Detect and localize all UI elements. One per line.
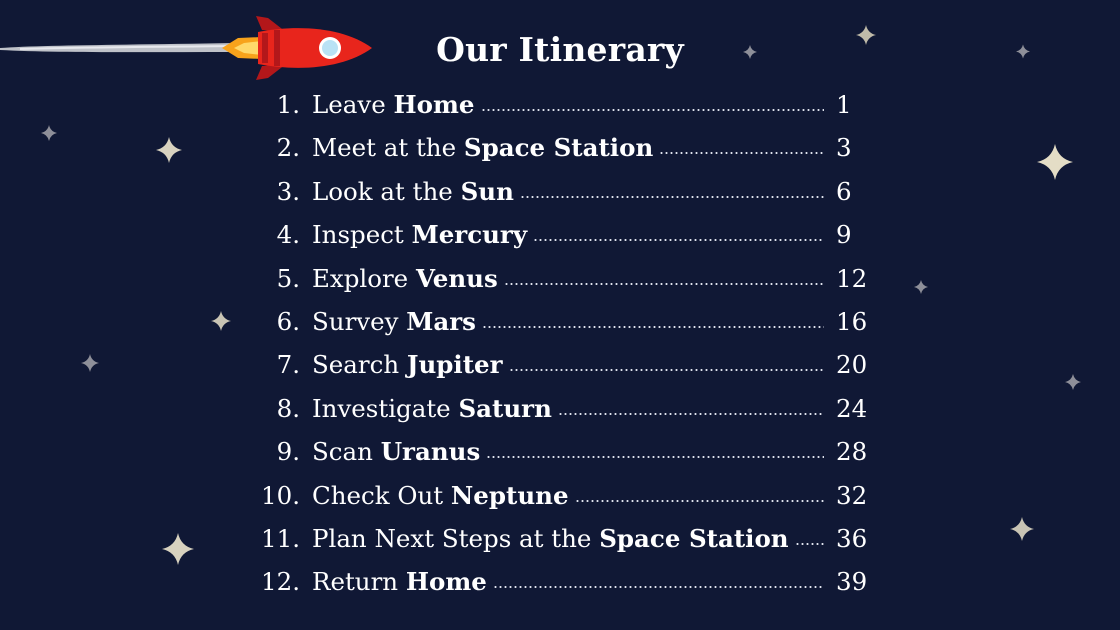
itinerary-item: 2. Meet at the Space Station 3 xyxy=(0,126,1120,169)
item-entry: Scan Uranus xyxy=(312,430,824,473)
item-label-text: Return xyxy=(312,567,406,597)
item-page-number: 12 xyxy=(836,263,868,293)
item-number: 2. xyxy=(276,133,300,163)
item-number: 3. xyxy=(276,176,300,206)
item-label-text: Search xyxy=(312,350,407,380)
item-label-bold: Home xyxy=(393,90,475,119)
item-label: Check Out Neptune xyxy=(312,474,569,517)
item-entry: Return Home xyxy=(312,560,824,603)
item-label-text: Meet at the xyxy=(312,133,464,163)
item-entry: Plan Next Steps at the Space Station xyxy=(312,517,824,560)
item-page-number: 3 xyxy=(836,133,852,163)
item-entry: Search Jupiter xyxy=(312,343,824,386)
item-entry: Investigate Saturn xyxy=(312,387,824,430)
item-page-number: 36 xyxy=(836,524,868,553)
item-page-number: 39 xyxy=(836,567,868,597)
item-entry: Leave Home xyxy=(312,83,824,126)
itinerary-item: 5. Explore Venus 12 xyxy=(0,257,1120,300)
dot-leader xyxy=(481,324,824,330)
item-label-text: Leave xyxy=(312,90,394,119)
itinerary-item: 11. Plan Next Steps at the Space Station 3… xyxy=(0,517,1120,560)
dot-leader xyxy=(480,107,824,113)
item-page-number: 1 xyxy=(836,90,852,119)
dot-leader xyxy=(492,584,824,591)
itinerary-item: 1. Leave Home 1 xyxy=(0,83,1120,126)
item-label-bold: Venus xyxy=(415,263,498,293)
dot-leader xyxy=(794,541,824,547)
item-label: Investigate Saturn xyxy=(312,387,552,430)
itinerary-item: 4. Inspect Mercury 9 xyxy=(0,213,1120,256)
item-label: Inspect Mercury xyxy=(312,213,527,256)
item-entry: Explore Venus xyxy=(312,257,824,300)
item-page-number: 20 xyxy=(836,350,868,380)
item-entry: Look at the Sun xyxy=(312,170,824,213)
item-label: Leave Home xyxy=(312,83,475,126)
item-number: 12. xyxy=(261,567,300,597)
item-label: Return Home xyxy=(312,560,487,603)
item-page-number: 24 xyxy=(836,393,868,423)
item-label-text: Scan xyxy=(312,437,381,467)
itinerary-slide: Our Itinerary 1. Leave Home 1 2. Meet at the… xyxy=(0,0,1120,630)
item-number: 11. xyxy=(261,524,300,553)
dot-leader xyxy=(503,280,824,287)
item-number: 8. xyxy=(276,393,300,423)
dot-leader xyxy=(557,410,824,417)
item-label: Scan Uranus xyxy=(312,430,480,473)
dot-leader xyxy=(486,454,824,461)
itinerary-item: 9. Scan Uranus 28 xyxy=(0,430,1120,473)
dot-leader xyxy=(574,497,824,504)
itinerary-item: 8. Investigate Saturn 24 xyxy=(0,387,1120,430)
item-label-bold: Space Station xyxy=(463,133,654,163)
item-page-number: 32 xyxy=(836,480,868,510)
item-number: 1. xyxy=(276,90,300,119)
itinerary-item: 12. Return Home 39 xyxy=(0,560,1120,603)
item-label-bold: Saturn xyxy=(458,393,552,423)
dot-leader xyxy=(519,193,824,200)
item-label: Survey Mars xyxy=(312,300,476,343)
item-entry: Meet at the Space Station xyxy=(312,126,824,169)
item-label-bold: Uranus xyxy=(380,437,481,467)
slide-title: Our Itinerary xyxy=(436,30,684,69)
item-number: 9. xyxy=(276,437,300,467)
item-number: 10. xyxy=(261,480,300,510)
dot-leader xyxy=(508,367,824,374)
item-label-bold: Jupiter xyxy=(406,350,503,380)
item-label-bold: Sun xyxy=(460,176,514,206)
item-label: Plan Next Steps at the Space Station xyxy=(312,517,789,560)
item-number: 7. xyxy=(276,350,300,380)
item-label: Meet at the Space Station xyxy=(312,126,653,169)
item-page-number: 16 xyxy=(836,307,868,336)
itinerary-item: 7. Search Jupiter 20 xyxy=(0,343,1120,386)
item-page-number: 28 xyxy=(836,437,868,467)
item-label-text: Inspect xyxy=(312,220,412,250)
item-label-text: Survey xyxy=(312,307,407,336)
itinerary-item: 6. Survey Mars 16 xyxy=(0,300,1120,343)
item-label-text: Check Out xyxy=(312,480,451,510)
dot-leader xyxy=(659,150,824,157)
item-label-text: Explore xyxy=(312,263,416,293)
item-page-number: 9 xyxy=(836,220,852,250)
item-label-bold: Neptune xyxy=(450,480,569,510)
item-label-text: Look at the xyxy=(312,176,461,206)
item-page-number: 6 xyxy=(836,176,852,206)
dot-leader xyxy=(533,237,824,244)
item-entry: Inspect Mercury xyxy=(312,213,824,256)
item-label-bold: Home xyxy=(405,567,487,597)
itinerary-item: 10. Check Out Neptune 32 xyxy=(0,474,1120,517)
itinerary-item: 3. Look at the Sun 6 xyxy=(0,170,1120,213)
item-entry: Check Out Neptune xyxy=(312,474,824,517)
item-label-bold: Mercury xyxy=(411,220,528,250)
item-number: 5. xyxy=(276,263,300,293)
item-number: 6. xyxy=(276,307,300,336)
item-label-bold: Mars xyxy=(406,307,476,336)
item-label: Explore Venus xyxy=(312,257,498,300)
item-label: Look at the Sun xyxy=(312,170,514,213)
item-label-text: Investigate xyxy=(312,393,459,423)
item-label-text: Plan Next Steps at the xyxy=(312,524,600,553)
item-label: Search Jupiter xyxy=(312,343,503,386)
item-entry: Survey Mars xyxy=(312,300,824,343)
item-label-bold: Space Station xyxy=(599,524,789,553)
item-number: 4. xyxy=(276,220,300,250)
